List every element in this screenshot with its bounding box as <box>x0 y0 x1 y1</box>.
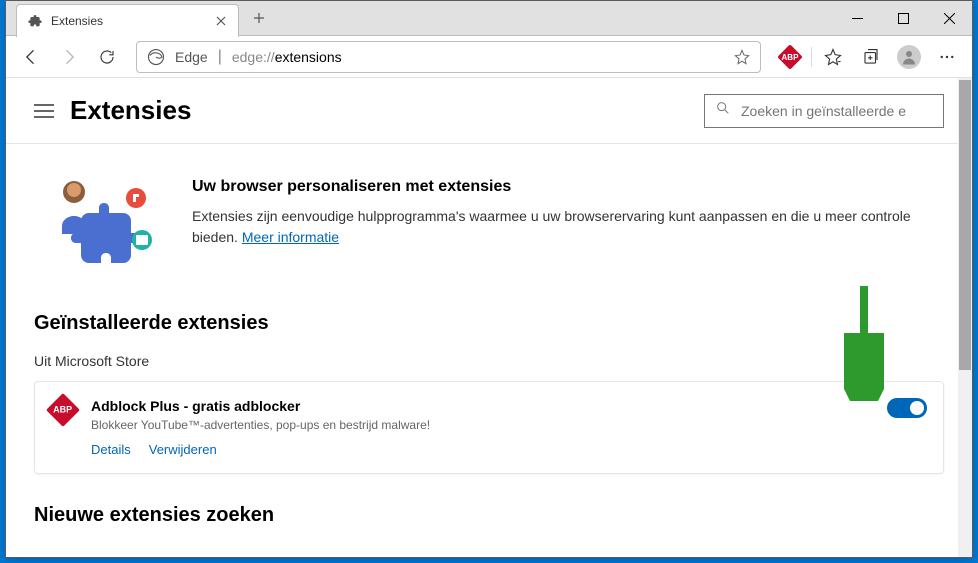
url-display: edge://extensions <box>232 49 342 65</box>
page-header: Extensies <box>6 78 972 144</box>
address-bar[interactable]: Edge | edge://extensions <box>136 41 761 73</box>
tab-extensions[interactable]: Extensies <box>16 4 239 37</box>
search-box[interactable] <box>704 94 944 128</box>
abp-extension-button[interactable]: ABP <box>773 40 807 74</box>
banner-illustration <box>44 178 164 278</box>
extension-name: Adblock Plus - gratis adblocker <box>91 398 871 414</box>
minimize-button[interactable] <box>834 3 880 33</box>
maximize-button[interactable] <box>880 3 926 33</box>
store-source-label: Uit Microsoft Store <box>34 353 944 369</box>
more-info-link[interactable]: Meer informatie <box>242 229 339 245</box>
scrollbar-track[interactable] <box>958 78 972 557</box>
extension-abp-icon: ABP <box>51 398 75 422</box>
banner-text: Uw browser personaliseren met extensies … <box>192 178 934 278</box>
tab-close-button[interactable] <box>214 14 228 28</box>
back-button[interactable] <box>14 40 48 74</box>
browser-window: Extensies Edge | <box>5 0 973 558</box>
extension-description: Blokkeer YouTube™-advertenties, pop-ups … <box>91 418 871 432</box>
search-icon <box>715 100 731 121</box>
window-controls <box>834 3 972 33</box>
extension-remove-link[interactable]: Verwijderen <box>149 442 217 457</box>
page-content: Extensies <box>6 78 972 557</box>
installed-section-heading: Geïnstalleerde extensies <box>34 312 944 335</box>
banner-heading: Uw browser personaliseren met extensies <box>192 178 934 196</box>
hamburger-menu-button[interactable] <box>34 104 54 118</box>
toolbar-separator <box>811 47 812 67</box>
extension-icon <box>27 13 43 29</box>
profile-button[interactable] <box>892 40 926 74</box>
favorites-button[interactable] <box>816 40 850 74</box>
edge-logo-icon <box>147 48 165 66</box>
more-menu-button[interactable] <box>930 40 964 74</box>
forward-button[interactable] <box>52 40 86 74</box>
scrollbar-thumb[interactable] <box>959 80 971 370</box>
toolbar: Edge | edge://extensions ABP <box>6 36 972 78</box>
personalize-banner: Uw browser personaliseren met extensies … <box>34 144 944 288</box>
extension-toggle[interactable] <box>887 398 927 418</box>
titlebar: Extensies <box>6 1 972 36</box>
collections-button[interactable] <box>854 40 888 74</box>
main-area: Uw browser personaliseren met extensies … <box>6 144 972 557</box>
search-input[interactable] <box>741 103 933 119</box>
close-window-button[interactable] <box>926 3 972 33</box>
search-new-section-heading: Nieuwe extensies zoeken <box>34 504 944 527</box>
page-title: Extensies <box>70 95 191 126</box>
engine-label: Edge <box>175 49 208 65</box>
extension-details-link[interactable]: Details <box>91 442 131 457</box>
toggle-knob <box>910 401 924 415</box>
favorite-star-icon[interactable] <box>734 49 750 65</box>
new-tab-button[interactable] <box>245 4 273 32</box>
tab-title: Extensies <box>51 14 206 28</box>
address-separator: | <box>218 48 222 66</box>
refresh-button[interactable] <box>90 40 124 74</box>
banner-body: Extensies zijn eenvoudige hulpprogramma'… <box>192 206 934 248</box>
extension-card: ABP Adblock Plus - gratis adblocker Blok… <box>34 381 944 474</box>
avatar-icon <box>897 45 921 69</box>
